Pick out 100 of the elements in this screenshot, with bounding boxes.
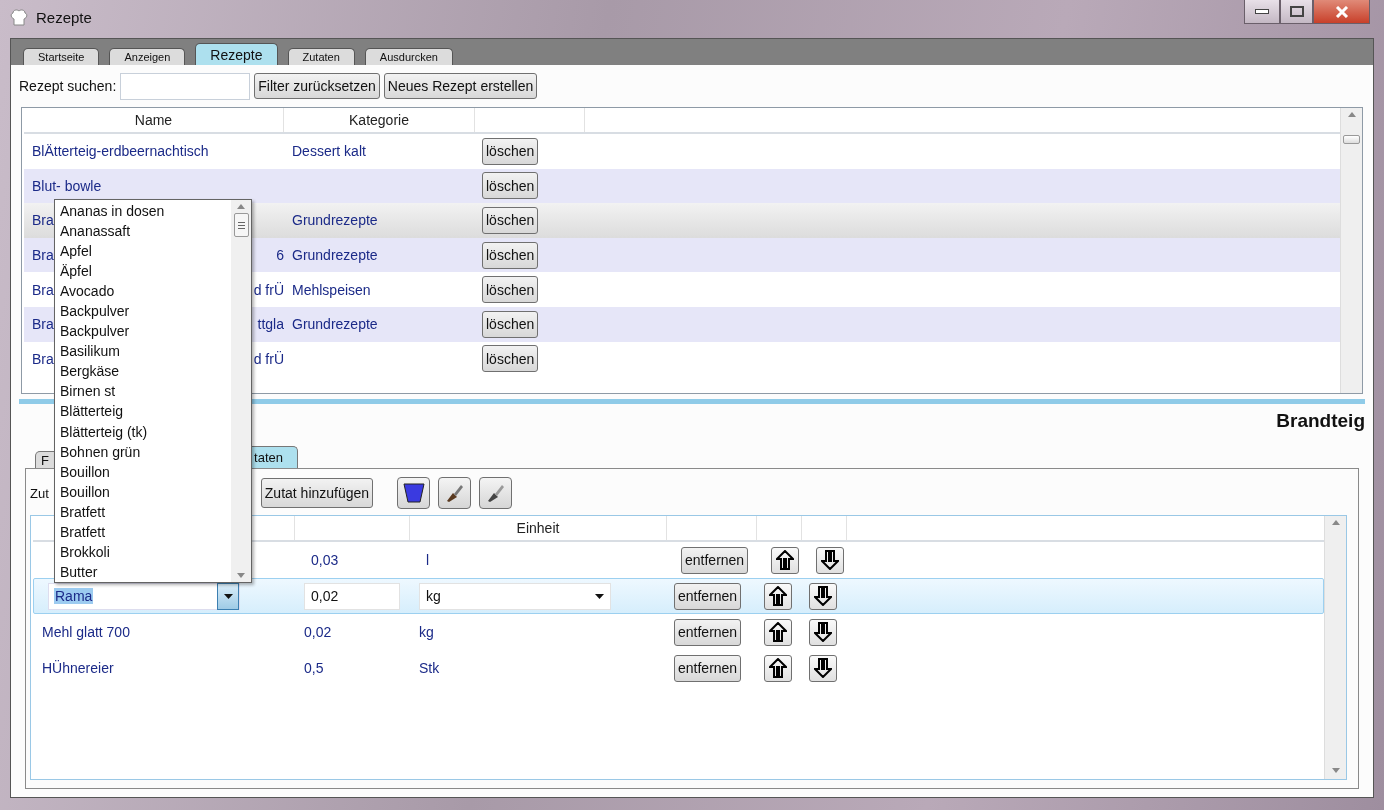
table-cell: Bra xyxy=(32,247,54,264)
remove-button[interactable]: entfernen xyxy=(674,582,742,610)
table-cell: d frÜ xyxy=(253,281,284,298)
dropdown-item[interactable]: Brokkoli xyxy=(60,541,231,562)
column-header[interactable]: Kategorie xyxy=(284,108,475,132)
down-arrow-icon xyxy=(814,622,832,642)
toolbar-button[interactable]: Neues Rezept erstellen xyxy=(383,73,538,99)
up-arrow-icon xyxy=(769,622,787,642)
table-cell: Bra xyxy=(32,281,54,298)
close-icon xyxy=(1334,5,1349,18)
table-cell: Stk xyxy=(419,660,440,676)
scrollbar[interactable] xyxy=(1340,108,1362,393)
dropdown-item[interactable]: Backpulver xyxy=(60,321,231,342)
dropdown-item[interactable]: Bouillon xyxy=(60,481,231,502)
table-cell: d frÜ xyxy=(253,350,284,367)
delete-button[interactable]: löschen xyxy=(482,345,539,373)
selected-row[interactable]: Rama 0,02 kg entfernen xyxy=(33,578,1324,614)
table-cell: kg xyxy=(419,624,434,640)
table-cell: l xyxy=(426,552,430,568)
brush-button[interactable] xyxy=(438,477,472,509)
table-cell: 0,5 xyxy=(304,660,324,676)
tab[interactable]: Ausdurcken xyxy=(364,48,453,65)
dropdown-item[interactable]: Bouillon xyxy=(60,461,231,482)
table-cell: Bra xyxy=(32,212,54,229)
brush-button[interactable] xyxy=(479,477,513,509)
ingredient-combo[interactable]: Rama xyxy=(48,582,240,610)
table-cell: Mehl glatt 700 xyxy=(42,624,130,640)
up-arrow-icon xyxy=(776,550,794,570)
caret-icon xyxy=(595,593,604,599)
dropdown-item[interactable]: Basilikum xyxy=(60,341,231,362)
tab[interactable]: Rezepte xyxy=(195,43,278,65)
down-arrow-icon xyxy=(814,586,832,606)
dropdown-item[interactable]: Blätterteig (tk) xyxy=(60,421,231,442)
dropdown-item[interactable]: Bohnen grün xyxy=(60,441,231,462)
delete-button[interactable]: löschen xyxy=(482,310,539,338)
table-cell: 0,03 xyxy=(311,552,339,568)
column-header[interactable]: Name xyxy=(24,108,284,132)
scrollbar[interactable] xyxy=(231,200,251,582)
delete-button[interactable]: löschen xyxy=(482,137,539,165)
move-down-button[interactable] xyxy=(809,654,837,682)
chef-hat-icon xyxy=(10,8,28,26)
maximize-button[interactable] xyxy=(1280,0,1313,24)
recipe-title: Brandteig xyxy=(1276,410,1365,432)
table-cell: Grundrezepte xyxy=(292,247,378,264)
table-row[interactable]: Blut- bowle löschen xyxy=(24,168,1340,204)
close-button[interactable] xyxy=(1313,0,1370,24)
remove-button[interactable]: entfernen xyxy=(674,618,742,646)
delete-button[interactable]: löschen xyxy=(482,276,539,304)
table-cell: BlÄtterteig-erdbeernachtisch xyxy=(32,143,209,160)
amount-field[interactable]: 0,02 xyxy=(304,582,400,610)
remove-button[interactable]: entfernen xyxy=(681,546,749,574)
search-label: Rezept suchen: xyxy=(19,78,117,94)
unit-dropdown[interactable]: kg xyxy=(419,582,611,610)
dropdown-item[interactable]: Birnen st xyxy=(60,381,231,402)
move-up-button[interactable] xyxy=(764,582,792,610)
remove-button[interactable]: entfernen xyxy=(674,654,742,682)
down-arrow-icon xyxy=(821,550,839,570)
delete-button[interactable]: löschen xyxy=(482,241,539,269)
move-down-button[interactable] xyxy=(809,618,837,646)
table-cell: Grundrezepte xyxy=(292,212,378,229)
table-cell: Bra xyxy=(32,316,54,333)
tab[interactable]: Startseite xyxy=(23,48,100,65)
tab[interactable]: Zutaten xyxy=(287,48,355,65)
delete-button[interactable]: löschen xyxy=(482,207,539,234)
caret-icon xyxy=(223,593,233,599)
move-up-button[interactable] xyxy=(764,618,792,646)
table-cell: 6 xyxy=(276,247,284,264)
table-cell: Blut- bowle xyxy=(32,177,102,194)
dropdown-item[interactable]: Bratfett xyxy=(60,521,231,542)
scrollbar[interactable] xyxy=(1324,516,1346,779)
ingredients-label: Zut xyxy=(30,485,49,501)
maximize-icon xyxy=(1289,6,1304,17)
search-field[interactable] xyxy=(120,72,251,100)
move-up-button[interactable] xyxy=(764,654,792,682)
minimize-button[interactable] xyxy=(1244,0,1280,24)
dropdown-item[interactable]: Blätterteig xyxy=(60,401,231,422)
table-cell: Bra xyxy=(32,350,54,367)
window-title: Rezepte xyxy=(36,8,92,26)
down-arrow-icon xyxy=(814,658,832,678)
dropdown-item[interactable]: Bratfett xyxy=(60,501,231,522)
bucket-button[interactable] xyxy=(397,477,431,509)
dropdown-item[interactable]: Ananas in dosen xyxy=(60,201,231,222)
bucket-icon xyxy=(402,483,425,503)
dropdown-item[interactable]: Apfel xyxy=(60,241,231,262)
tab[interactable]: Anzeigen xyxy=(109,48,186,65)
up-arrow-icon xyxy=(769,586,787,606)
move-up-button[interactable] xyxy=(771,546,799,574)
delete-button[interactable]: löschen xyxy=(482,172,539,200)
add-ingredient-button[interactable]: Zutat hinzufügen xyxy=(260,478,374,508)
column-header[interactable]: Einheit xyxy=(410,516,667,540)
minimize-icon xyxy=(1255,9,1269,14)
move-down-button[interactable] xyxy=(816,546,844,574)
table-cell: ttgla xyxy=(257,316,284,333)
table-cell: HÜhnereier xyxy=(42,660,114,676)
table-cell: 0,02 xyxy=(304,624,332,640)
dropdown-item[interactable]: Avocado xyxy=(60,281,231,302)
move-down-button[interactable] xyxy=(809,582,837,610)
toolbar-button[interactable]: Filter zurücksetzen xyxy=(254,73,380,99)
table-cell: Dessert kalt xyxy=(292,143,366,160)
table-cell: Grundrezepte xyxy=(292,316,378,333)
